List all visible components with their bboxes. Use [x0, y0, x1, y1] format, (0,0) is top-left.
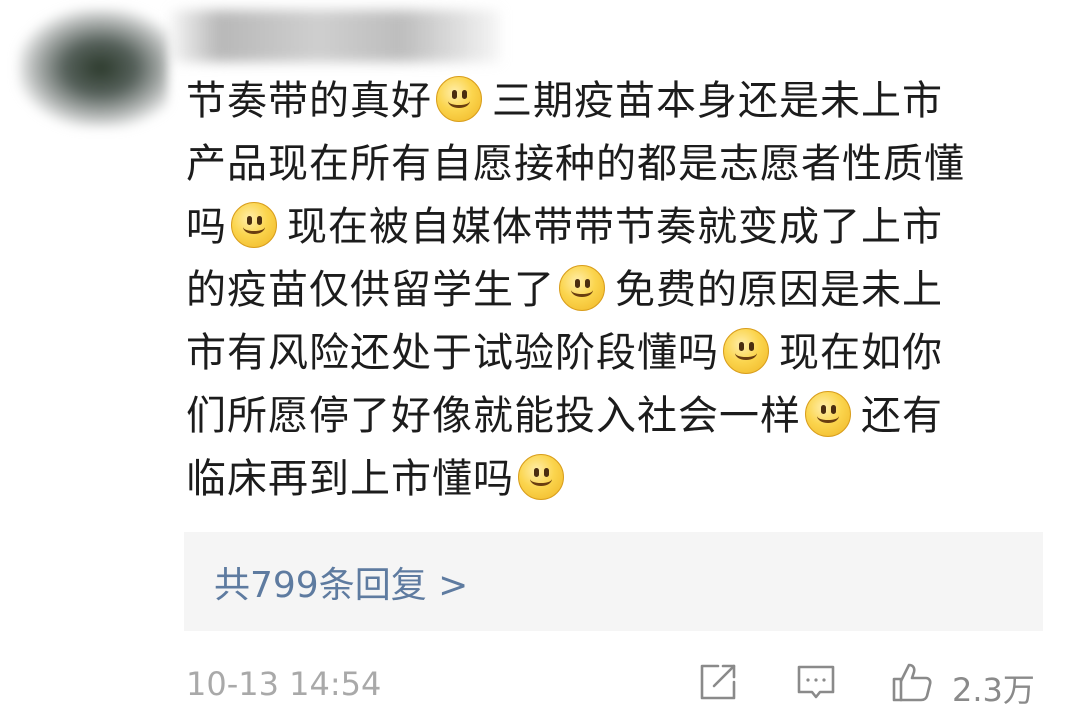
smile-emoji-icon — [436, 76, 482, 122]
smile-emoji-icon — [805, 391, 851, 437]
smile-emoji-icon — [231, 202, 277, 248]
comment-footer: 10-13 14:54 2.3万 — [186, 660, 1046, 709]
timestamp: 10-13 14:54 — [186, 665, 382, 703]
smile-emoji-icon — [559, 265, 605, 311]
comment-icon[interactable] — [794, 660, 838, 704]
smile-emoji-icon — [518, 454, 564, 500]
like-icon[interactable] — [890, 660, 934, 704]
share-icon[interactable] — [696, 660, 740, 704]
avatar[interactable] — [18, 8, 168, 128]
comment-text: 节奏带的真好 三期疫苗本身还是未上市 产品现在所有自愿接种的都是志愿者性质懂吗现在被… — [186, 76, 965, 502]
smile-emoji-icon — [723, 328, 769, 374]
replies-label: 共799条回复 > — [214, 564, 469, 606]
view-replies-button[interactable]: 共799条回复 > — [184, 532, 1043, 631]
username-blurred[interactable] — [170, 10, 500, 62]
comment-text-segment: 节奏带的真好 — [186, 78, 432, 124]
like-count: 2.3万 — [952, 671, 1035, 709]
